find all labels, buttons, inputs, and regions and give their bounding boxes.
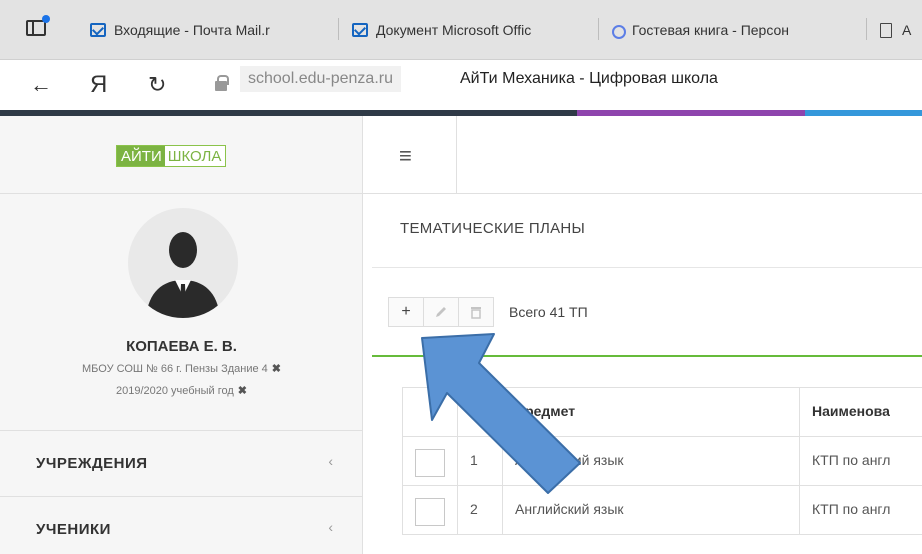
- table-header-name[interactable]: Наименова: [799, 387, 922, 437]
- sidebar-item-institutions[interactable]: УЧРЕЖДЕНИЯ ‹: [0, 430, 363, 496]
- plans-toolbar: + Всего 41 ТП: [388, 297, 588, 327]
- table-cell-subject[interactable]: Английский язык: [502, 485, 800, 535]
- browser-tab-guestbook[interactable]: Гостевая книга - Персон: [612, 14, 862, 46]
- hamburger-menu-icon[interactable]: ≡: [399, 145, 412, 167]
- topbar-divider: [456, 116, 457, 194]
- remove-year-icon[interactable]: ✖: [238, 385, 247, 397]
- reload-icon[interactable]: ↻: [148, 72, 166, 98]
- tab-title: Гостевая книга - Персон: [632, 22, 790, 38]
- browser-tab-active[interactable]: А: [880, 14, 922, 46]
- avatar[interactable]: [128, 208, 238, 318]
- user-school-year: 2019/2020 учебный год ✖: [115, 385, 248, 397]
- browser-tab-document[interactable]: Документ Microsoft Offic: [352, 14, 584, 46]
- chevron-left-icon: ‹: [328, 453, 333, 469]
- table-cell-subject[interactable]: Английский язык: [502, 436, 800, 486]
- table-cell-number: 1: [457, 436, 503, 486]
- url-domain[interactable]: school.edu-penza.ru: [240, 66, 401, 92]
- url-page-title[interactable]: АйТи Механика - Цифровая школа: [460, 70, 718, 88]
- sidebar-item-students[interactable]: УЧЕНИКИ ‹: [0, 496, 363, 554]
- tab-actions-icon[interactable]: [26, 15, 50, 36]
- plus-icon: +: [401, 303, 411, 320]
- table-row: [402, 485, 458, 535]
- table-header-subject[interactable]: Предмет: [502, 387, 800, 437]
- row-checkbox[interactable]: [415, 449, 445, 477]
- browser-tab-bar: Входящие - Почта Mail.r Документ Microso…: [0, 0, 922, 60]
- user-silhouette-icon: [146, 232, 220, 318]
- document-icon: [880, 22, 892, 38]
- mail-icon: [90, 23, 106, 37]
- main-topbar: ≡: [363, 116, 922, 194]
- pencil-icon: [436, 307, 446, 317]
- table-header-checkbox: [402, 387, 458, 437]
- plans-total-count: Всего 41 ТП: [509, 304, 588, 320]
- delete-button[interactable]: [458, 297, 494, 327]
- site-logo[interactable]: АЙТИ ШКОЛА: [116, 145, 227, 167]
- tab-underline: [372, 355, 922, 357]
- remove-organization-icon[interactable]: ✖: [272, 363, 281, 375]
- page-title: ТЕМАТИЧЕСКИЕ ПЛАНЫ: [400, 220, 586, 237]
- yandex-logo-icon[interactable]: Я: [90, 72, 107, 98]
- table-cell-name[interactable]: КТП по англ: [799, 436, 922, 486]
- edit-button[interactable]: [423, 297, 459, 327]
- logo-area: АЙТИ ШКОЛА: [0, 116, 363, 194]
- back-arrow-icon[interactable]: ←: [30, 72, 52, 98]
- mail-icon: [352, 23, 368, 37]
- notification-dot-icon: [42, 15, 50, 23]
- trash-icon: [471, 307, 481, 319]
- sidebar: АЙТИ ШКОЛА КОПАЕВА Е. В. МБОУ СОШ № 66 г…: [0, 116, 363, 554]
- lock-icon[interactable]: [215, 75, 229, 91]
- tab-title: А: [902, 22, 912, 38]
- user-name: КОПАЕВА Е. В.: [126, 338, 237, 355]
- table-cell-number: 2: [457, 485, 503, 535]
- table-cell-name[interactable]: КТП по англ: [799, 485, 922, 535]
- tab-title: Документ Microsoft Offic: [376, 22, 532, 38]
- chevron-left-icon: ‹: [328, 519, 333, 535]
- row-checkbox[interactable]: [415, 498, 445, 526]
- browser-tab-mail[interactable]: Входящие - Почта Mail.r: [90, 14, 325, 46]
- add-button[interactable]: +: [388, 297, 424, 327]
- user-organization: МБОУ СОШ № 66 г. Пензы Здание 4 ✖: [82, 363, 281, 375]
- diamond-icon: [612, 23, 626, 39]
- table-row: [402, 436, 458, 486]
- table-header-number: [457, 387, 503, 437]
- tab-title: Входящие - Почта Mail.r: [114, 22, 270, 38]
